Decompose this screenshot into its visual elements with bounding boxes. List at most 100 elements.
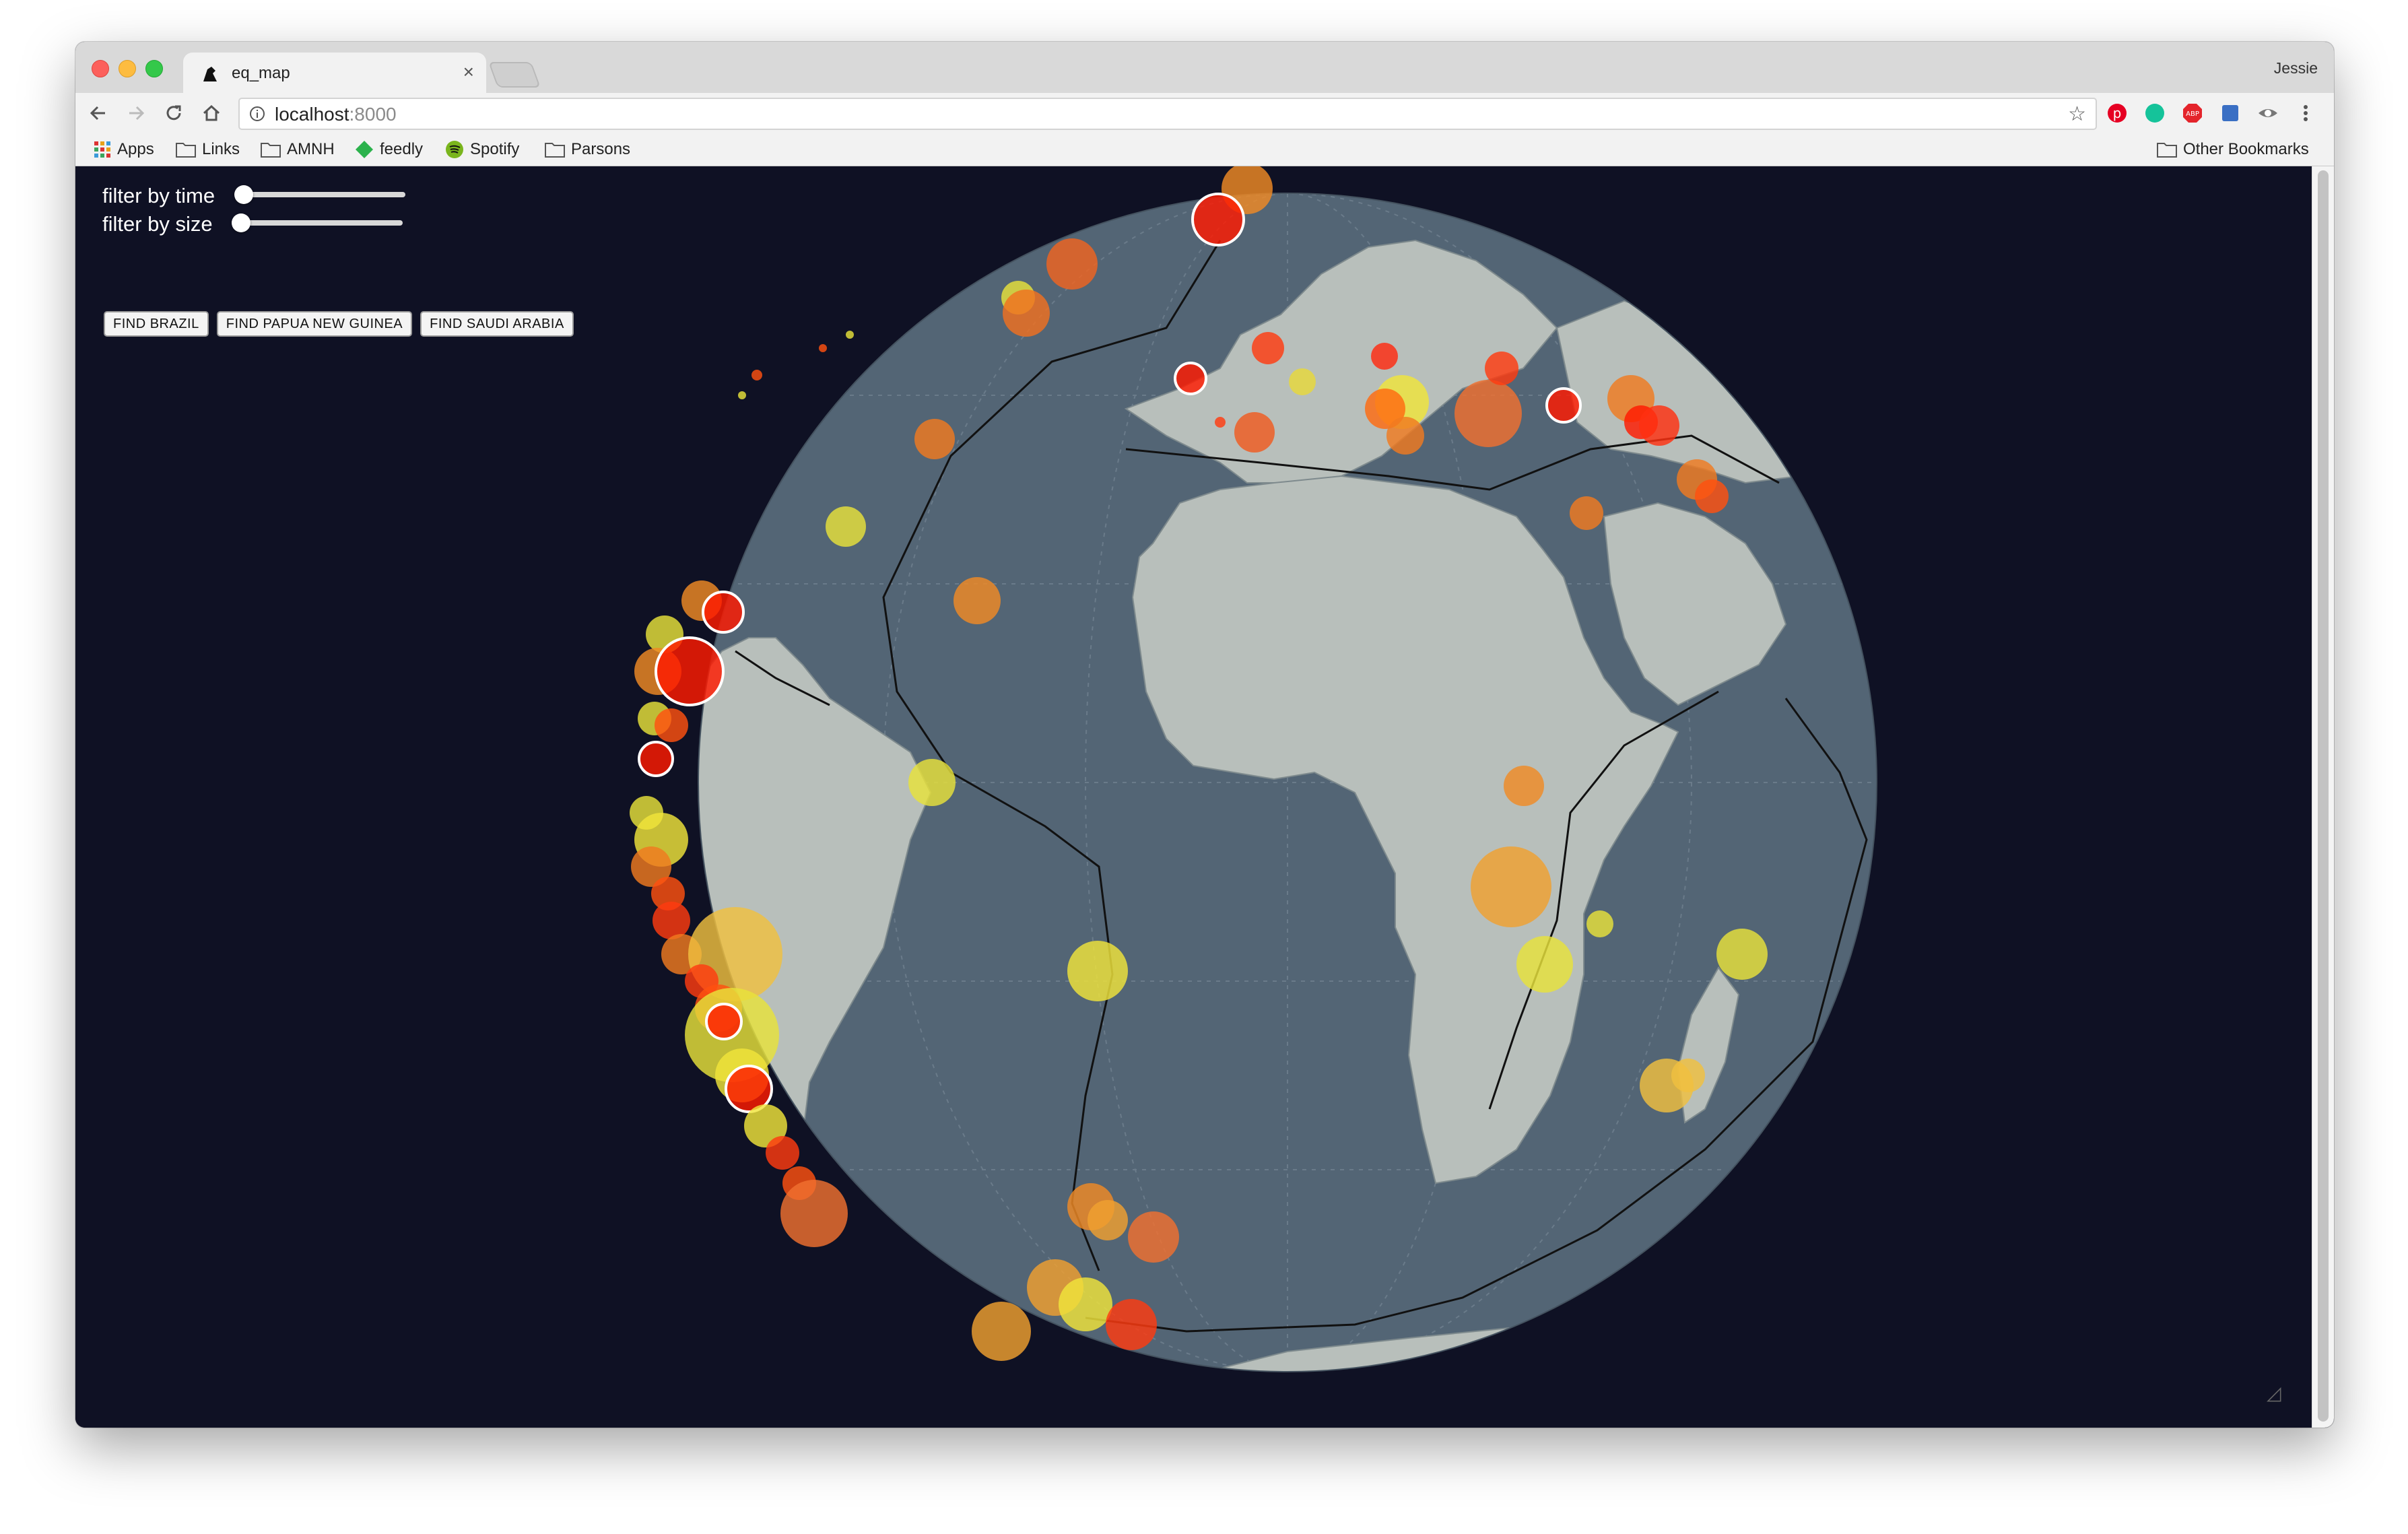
quake-marker <box>1059 1277 1112 1331</box>
bookmark-label: Apps <box>117 140 154 158</box>
quake-marker <box>1234 412 1275 453</box>
grammarly-icon[interactable] <box>2144 102 2166 124</box>
menu-icon[interactable] <box>2295 102 2316 124</box>
quake-marker <box>705 1003 743 1040</box>
eye-icon[interactable] <box>2257 102 2279 124</box>
quake-marker <box>1128 1211 1179 1263</box>
quake-marker <box>1471 846 1551 927</box>
home-icon[interactable] <box>199 101 224 125</box>
scrollbar-thumb[interactable] <box>2318 170 2329 1422</box>
bookmarks-bar: Apps Links AMNH feedly Spotify Parsons O… <box>75 133 2334 166</box>
bookmark-spotify[interactable]: Spotify <box>444 139 519 160</box>
quake-marker <box>1570 496 1603 530</box>
toolbar: localhost:8000 ☆ p ABP <box>75 93 2334 133</box>
url-text[interactable]: localhost:8000 <box>275 104 397 125</box>
bookmark-label: AMNH <box>287 140 335 158</box>
browser-window: eq_map × Jessie localhost:8000 ☆ p ABP A… <box>75 42 2334 1428</box>
forward-icon[interactable] <box>124 101 148 125</box>
adblock-icon[interactable]: ABP <box>2182 102 2203 124</box>
info-icon[interactable] <box>249 106 265 122</box>
quake-marker <box>702 591 745 634</box>
tab-eq-map[interactable]: eq_map × <box>183 53 486 93</box>
bookmark-label: Parsons <box>571 140 631 158</box>
maximize-window-button[interactable] <box>145 60 163 77</box>
bookmark-label: Links <box>202 140 240 158</box>
size-filter-slider[interactable] <box>232 213 403 232</box>
time-filter-slider[interactable] <box>234 185 405 204</box>
quake-marker <box>1088 1200 1128 1240</box>
vertical-scrollbar[interactable] <box>2312 166 2334 1428</box>
apps-grid-icon <box>94 141 110 158</box>
quake-marker <box>655 636 725 706</box>
profile-name[interactable]: Jessie <box>2274 59 2318 77</box>
quake-marker <box>1695 479 1729 513</box>
new-tab-button[interactable] <box>488 62 541 88</box>
quake-marker <box>908 759 956 806</box>
svg-text:ABP: ABP <box>2186 110 2199 118</box>
quake-marker <box>1003 290 1050 337</box>
close-window-button[interactable] <box>92 60 109 77</box>
quake-marker <box>1289 368 1316 395</box>
quake-marker <box>653 902 690 939</box>
quake-marker <box>1516 936 1573 993</box>
other-bookmarks[interactable]: Other Bookmarks <box>2156 139 2309 160</box>
bookmark-links[interactable]: Links <box>175 139 240 160</box>
bookmark-feedly[interactable]: feedly <box>354 139 423 160</box>
quake-marker <box>1191 193 1245 246</box>
size-slider-handle[interactable] <box>232 213 250 232</box>
url-host: localhost <box>275 104 349 125</box>
quake-marker <box>1174 362 1207 395</box>
pinterest-icon[interactable]: p <box>2106 102 2128 124</box>
bookmark-amnh[interactable]: AMNH <box>260 139 335 160</box>
earthquake-globe-map[interactable] <box>75 166 2312 1428</box>
minimize-window-button[interactable] <box>119 60 136 77</box>
quake-marker <box>1504 766 1544 806</box>
quake-marker <box>1106 1299 1157 1350</box>
time-slider-handle[interactable] <box>234 185 253 204</box>
tab-strip: eq_map × Jessie <box>75 42 2334 93</box>
extension-icon[interactable] <box>2219 102 2241 124</box>
bookmark-label: Spotify <box>470 140 520 158</box>
tab-title: eq_map <box>232 64 290 82</box>
find-papua-new-guinea-button[interactable]: FIND PAPUA NEW GUINEA <box>216 311 413 337</box>
tab-close-icon[interactable]: × <box>463 61 474 83</box>
quake-marker <box>826 506 866 547</box>
back-icon[interactable] <box>86 101 110 125</box>
find-brazil-button[interactable]: FIND BRAZIL <box>104 311 209 337</box>
time-filter-label: filter by time <box>102 184 215 207</box>
quake-marker <box>766 1136 799 1170</box>
page-content: filter by time filter by size FIND BRAZI… <box>75 166 2334 1428</box>
bookmark-label: feedly <box>380 140 424 158</box>
find-saudi-arabia-button[interactable]: FIND SAUDI ARABIA <box>420 311 574 337</box>
quake-marker <box>1046 238 1098 290</box>
bookmark-star-icon[interactable]: ☆ <box>2068 102 2086 126</box>
reload-icon[interactable] <box>162 101 186 125</box>
bookmark-apps[interactable]: Apps <box>93 139 154 160</box>
address-bar[interactable]: localhost:8000 ☆ <box>238 98 2097 130</box>
resize-corner-icon: ◿ <box>2267 1382 2281 1403</box>
folder-icon <box>261 143 281 158</box>
quake-marker <box>1716 929 1768 980</box>
quake-marker <box>819 344 827 352</box>
spotify-icon <box>446 141 463 158</box>
quake-marker <box>1485 352 1518 385</box>
folder-icon <box>176 143 196 158</box>
quake-marker <box>1586 910 1613 937</box>
quake-marker <box>751 370 762 380</box>
svg-text:p: p <box>2113 105 2122 121</box>
folder-icon <box>545 143 565 158</box>
quake-marker <box>1671 1059 1705 1092</box>
bookmark-parsons[interactable]: Parsons <box>544 139 630 160</box>
quake-marker <box>1371 343 1398 370</box>
quake-marker <box>638 741 674 777</box>
quake-marker <box>1252 332 1284 364</box>
quake-marker <box>738 391 746 399</box>
size-filter-label: filter by size <box>102 212 213 236</box>
quake-marker <box>780 1180 848 1247</box>
quake-marker <box>972 1302 1031 1361</box>
quake-marker <box>1545 387 1582 424</box>
quake-marker <box>1639 405 1679 446</box>
find-buttons: FIND BRAZIL FIND PAPUA NEW GUINEA FIND S… <box>104 311 574 337</box>
quake-marker <box>846 331 854 339</box>
quake-marker <box>1067 941 1128 1001</box>
